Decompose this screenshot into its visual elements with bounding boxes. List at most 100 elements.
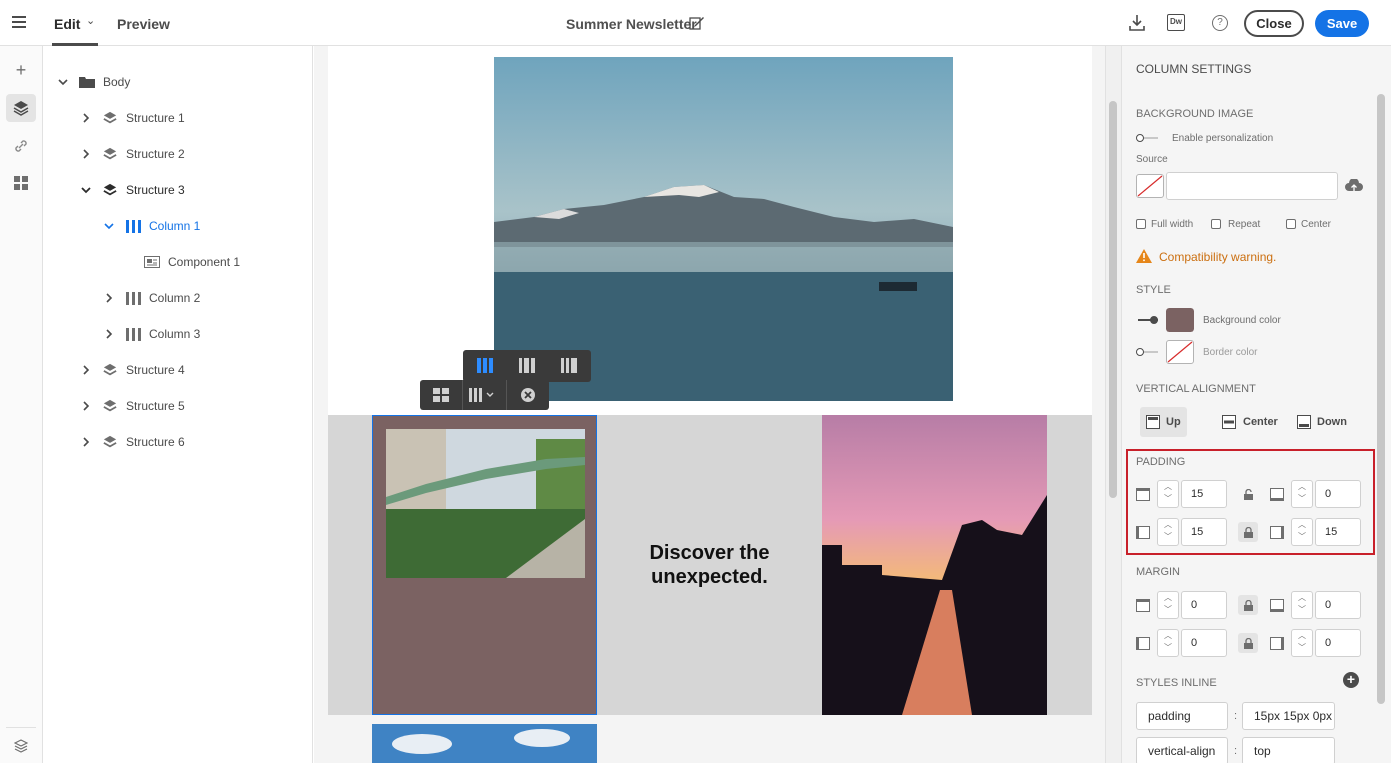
chevron-down-icon[interactable] <box>80 184 92 196</box>
tree-item-structure-6[interactable]: Structure 6 <box>80 432 185 452</box>
layout-3col-equal-icon[interactable] <box>477 358 493 373</box>
chevron-right-icon[interactable] <box>80 112 92 124</box>
column-layout-dropdown-icon[interactable] <box>469 388 495 402</box>
tree-item-label: Structure 3 <box>126 183 185 197</box>
chevron-down-icon[interactable] <box>103 220 115 232</box>
tree-item-label: Column 1 <box>149 219 201 233</box>
email-canvas[interactable]: Discover the unexpected. <box>314 46 1106 763</box>
drag-component-icon[interactable] <box>433 388 449 402</box>
help-icon[interactable]: ? <box>1212 15 1228 31</box>
source-empty-swatch[interactable] <box>1136 174 1164 198</box>
margin-bottom-input[interactable]: 0 <box>1315 591 1361 619</box>
margin-left-stepper[interactable]: ︿ ﹀ <box>1157 629 1179 657</box>
sunset-river-image[interactable] <box>822 415 1047 715</box>
center-label: Center <box>1301 219 1332 230</box>
repeat-checkbox[interactable] <box>1211 219 1221 229</box>
personalization-toggle[interactable] <box>1136 134 1158 142</box>
style-colon: : <box>1234 745 1238 757</box>
border-color-swatch[interactable] <box>1166 340 1194 364</box>
tree-item-structure-4[interactable]: Structure 4 <box>80 360 185 380</box>
add-icon[interactable]: + <box>6 56 36 84</box>
background-color-toggle[interactable] <box>1136 316 1158 324</box>
margin-top-input[interactable]: 0 <box>1181 591 1227 619</box>
style-key-input[interactable]: vertical-align <box>1136 737 1228 763</box>
dreamweaver-icon[interactable]: Dw <box>1167 14 1185 31</box>
compatibility-warning-text[interactable]: Compatibility warning. <box>1159 250 1276 264</box>
tree-item-structure-5[interactable]: Structure 5 <box>80 396 185 416</box>
tab-edit[interactable]: Edit <box>54 16 80 32</box>
chevron-right-icon[interactable] <box>103 292 115 304</box>
tree-item-label: Body <box>103 75 131 89</box>
chevron-right-icon[interactable] <box>80 436 92 448</box>
upload-icon[interactable] <box>1345 179 1363 193</box>
save-button[interactable]: Save <box>1315 10 1369 37</box>
tree-item-column-1[interactable]: Column 1 <box>103 216 200 236</box>
tree-item-column-2[interactable]: Column 2 <box>103 288 200 308</box>
headline-line-1: Discover the <box>649 542 770 564</box>
style-value-input[interactable]: top <box>1242 737 1335 763</box>
tab-preview[interactable]: Preview <box>117 16 170 32</box>
valign-center-button[interactable]: Center <box>1222 407 1278 437</box>
layout-3col-wide-icon[interactable] <box>561 358 577 373</box>
layers-toggle-icon[interactable] <box>6 727 36 763</box>
border-color-toggle[interactable] <box>1136 348 1158 356</box>
toolbar-divider <box>462 380 463 410</box>
edit-title-icon[interactable] <box>689 15 705 31</box>
layers-icon <box>102 183 118 197</box>
margin-bottom-stepper[interactable]: ︿ ﹀ <box>1291 591 1313 619</box>
toolbar-divider <box>506 380 507 410</box>
components-icon[interactable] <box>6 169 36 197</box>
bridge-canal-image[interactable] <box>386 429 585 578</box>
valign-down-button[interactable]: Down <box>1297 407 1347 437</box>
margin-lock-icon[interactable] <box>1238 595 1258 615</box>
chevron-right-icon[interactable] <box>80 400 92 412</box>
close-button[interactable]: Close <box>1244 10 1304 37</box>
menu-icon[interactable] <box>12 16 26 28</box>
styles-inline-heading: STYLES INLINE <box>1136 677 1217 689</box>
margin-left-icon <box>1136 637 1150 650</box>
delete-icon[interactable] <box>520 387 536 403</box>
background-color-swatch[interactable] <box>1166 308 1194 332</box>
panel-scrollbar[interactable] <box>1377 94 1385 704</box>
headline-text[interactable]: Discover the unexpected. <box>597 541 822 589</box>
tree-item-body[interactable]: Body <box>57 72 130 92</box>
margin-left-input[interactable]: 0 <box>1181 629 1227 657</box>
chevron-down-icon[interactable]: ⌄ <box>86 14 95 27</box>
columns-icon <box>125 327 141 341</box>
add-style-icon[interactable]: + <box>1343 672 1359 688</box>
style-value-input[interactable]: 15px 15px 0px <box>1242 702 1335 730</box>
margin-bottom-icon <box>1270 599 1284 612</box>
canvas-scrollbar[interactable] <box>1105 46 1121 763</box>
margin-lock-icon[interactable] <box>1238 633 1258 653</box>
source-input[interactable] <box>1166 172 1338 200</box>
tree-item-structure-1[interactable]: Structure 1 <box>80 108 185 128</box>
margin-top-stepper[interactable]: ︿ ﹀ <box>1157 591 1179 619</box>
style-key-input[interactable]: padding <box>1136 702 1228 730</box>
tree-item-component-1[interactable]: Component 1 <box>144 252 240 272</box>
column-1-selected[interactable] <box>372 415 597 715</box>
repeat-label: Repeat <box>1228 219 1261 230</box>
document-title: Summer Newsletter <box>566 16 697 32</box>
download-icon[interactable] <box>1129 14 1145 32</box>
chevron-right-icon[interactable] <box>103 328 115 340</box>
link-icon[interactable] <box>6 132 36 160</box>
chevron-right-icon[interactable] <box>80 364 92 376</box>
tree-item-column-3[interactable]: Column 3 <box>103 324 200 344</box>
layers-icon <box>102 147 118 161</box>
full-width-checkbox[interactable] <box>1136 219 1146 229</box>
structure-1-block[interactable] <box>328 46 1092 415</box>
chevron-down-icon[interactable] <box>57 76 69 88</box>
center-checkbox[interactable] <box>1286 219 1296 229</box>
margin-right-input[interactable]: 0 <box>1315 629 1361 657</box>
sky-clouds-image[interactable] <box>372 724 597 763</box>
tree-item-structure-2[interactable]: Structure 2 <box>80 144 185 164</box>
layout-3col-variant-icon[interactable] <box>519 358 535 373</box>
tree-item-structure-3[interactable]: Structure 3 <box>80 180 185 200</box>
layers-icon[interactable] <box>6 94 36 122</box>
chevron-right-icon[interactable] <box>80 148 92 160</box>
margin-right-stepper[interactable]: ︿ ﹀ <box>1291 629 1313 657</box>
structure-3-block[interactable]: Discover the unexpected. <box>328 415 1092 715</box>
layers-icon <box>102 399 118 413</box>
valign-up-button[interactable]: Up <box>1140 407 1187 437</box>
margin-heading: MARGIN <box>1136 566 1180 578</box>
